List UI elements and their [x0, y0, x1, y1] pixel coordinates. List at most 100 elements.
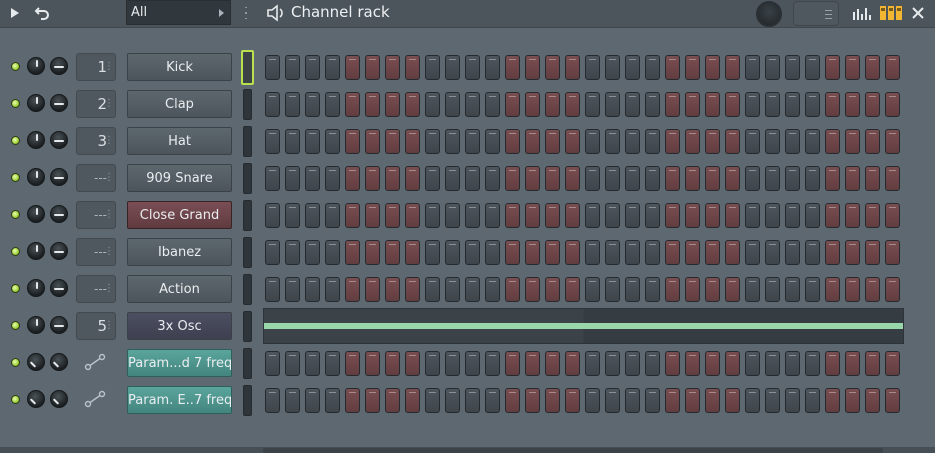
channel-mute-led[interactable] [11, 358, 20, 367]
step-button[interactable] [605, 388, 620, 413]
step-button[interactable] [585, 55, 600, 80]
step-button[interactable] [305, 203, 320, 228]
step-button[interactable] [365, 55, 380, 80]
step-button[interactable] [845, 277, 860, 302]
step-button[interactable] [845, 240, 860, 265]
step-button[interactable] [445, 277, 460, 302]
step-button[interactable] [585, 277, 600, 302]
channel-select-indicator[interactable] [243, 274, 252, 305]
step-button[interactable] [805, 351, 820, 376]
pan-knob[interactable] [27, 205, 45, 223]
step-button[interactable] [705, 92, 720, 117]
mixer-track-selector[interactable]: 1 [76, 53, 116, 81]
step-button[interactable] [865, 388, 880, 413]
step-button[interactable] [525, 277, 540, 302]
step-button[interactable] [565, 351, 580, 376]
channel-filter-select[interactable]: All [126, 0, 231, 25]
step-button[interactable] [825, 240, 840, 265]
step-button[interactable] [385, 240, 400, 265]
step-button[interactable] [265, 203, 280, 228]
step-button[interactable] [365, 166, 380, 191]
step-button[interactable] [345, 388, 360, 413]
step-button[interactable] [505, 240, 520, 265]
step-button[interactable] [765, 388, 780, 413]
step-button[interactable] [425, 240, 440, 265]
step-button[interactable] [265, 129, 280, 154]
step-button[interactable] [505, 92, 520, 117]
step-button[interactable] [565, 166, 580, 191]
mixer-track-selector[interactable]: 5 [76, 312, 116, 340]
step-button[interactable] [665, 240, 680, 265]
step-button[interactable] [645, 166, 660, 191]
step-button[interactable] [605, 55, 620, 80]
step-button[interactable] [885, 166, 900, 191]
step-button[interactable] [365, 129, 380, 154]
step-button[interactable] [585, 166, 600, 191]
channel-mute-led[interactable] [11, 247, 20, 256]
step-button[interactable] [765, 129, 780, 154]
step-button[interactable] [645, 129, 660, 154]
channel-select-indicator[interactable] [243, 89, 252, 120]
step-button[interactable] [885, 240, 900, 265]
step-button[interactable] [665, 388, 680, 413]
step-button[interactable] [785, 55, 800, 80]
step-button[interactable] [585, 351, 600, 376]
step-button[interactable] [565, 92, 580, 117]
step-button[interactable] [825, 203, 840, 228]
step-button[interactable] [305, 240, 320, 265]
step-button[interactable] [765, 351, 780, 376]
step-button[interactable] [845, 388, 860, 413]
step-button[interactable] [645, 203, 660, 228]
step-button[interactable] [285, 240, 300, 265]
step-button[interactable] [485, 388, 500, 413]
step-button[interactable] [885, 277, 900, 302]
step-button[interactable] [345, 166, 360, 191]
step-button[interactable] [565, 240, 580, 265]
step-button[interactable] [565, 388, 580, 413]
channel-name-button[interactable]: Action [127, 275, 232, 303]
step-button[interactable] [845, 351, 860, 376]
step-button[interactable] [625, 351, 640, 376]
step-button[interactable] [285, 351, 300, 376]
step-button[interactable] [645, 240, 660, 265]
pan-knob[interactable] [27, 94, 45, 112]
volume-knob[interactable] [50, 57, 68, 75]
pan-knob[interactable] [27, 279, 45, 297]
pan-knob[interactable] [27, 131, 45, 149]
step-button[interactable] [305, 92, 320, 117]
step-button[interactable] [605, 129, 620, 154]
step-button[interactable] [265, 55, 280, 80]
close-icon[interactable] [908, 3, 928, 23]
step-button[interactable] [425, 203, 440, 228]
step-button[interactable] [885, 351, 900, 376]
channel-name-button[interactable]: Param...d 7 freq [127, 349, 232, 377]
step-button[interactable] [725, 129, 740, 154]
step-button[interactable] [325, 277, 340, 302]
channel-select-indicator[interactable] [243, 126, 252, 157]
step-button[interactable] [445, 55, 460, 80]
step-button[interactable] [605, 277, 620, 302]
pan-knob[interactable] [27, 390, 45, 408]
step-button[interactable] [725, 92, 740, 117]
step-button[interactable] [705, 129, 720, 154]
volume-knob[interactable] [50, 242, 68, 260]
step-button[interactable] [605, 203, 620, 228]
step-button[interactable] [645, 388, 660, 413]
step-button[interactable] [625, 240, 640, 265]
step-button[interactable] [265, 388, 280, 413]
step-button[interactable] [345, 92, 360, 117]
channel-mute-led[interactable] [11, 395, 20, 404]
pan-knob[interactable] [27, 168, 45, 186]
step-button[interactable] [525, 166, 540, 191]
step-button[interactable] [425, 55, 440, 80]
step-button[interactable] [305, 351, 320, 376]
channel-mute-led[interactable] [11, 99, 20, 108]
mixer-track-selector[interactable]: --- [76, 238, 116, 266]
step-button[interactable] [325, 388, 340, 413]
step-button[interactable] [625, 129, 640, 154]
step-sequencer-icon[interactable] [880, 6, 902, 20]
step-button[interactable] [625, 277, 640, 302]
step-button[interactable] [425, 277, 440, 302]
step-button[interactable] [365, 203, 380, 228]
step-button[interactable] [305, 388, 320, 413]
